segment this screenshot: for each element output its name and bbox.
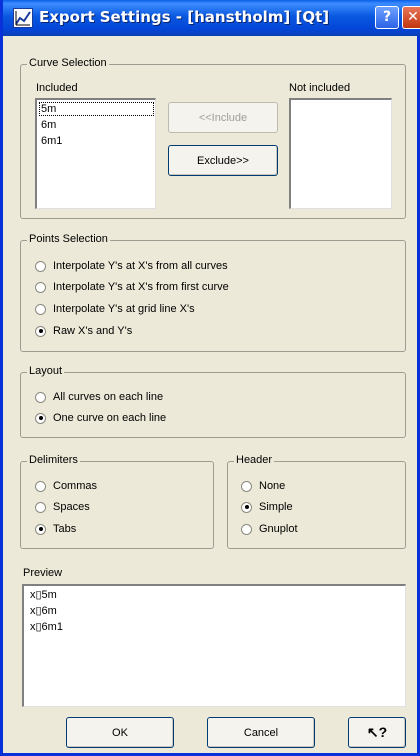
- not-included-label: Not included: [289, 82, 351, 94]
- radio-label: Tabs: [53, 523, 77, 535]
- whats-this-button[interactable]: ↖?: [348, 717, 406, 748]
- radio-label: Interpolate Y's at X's from all curves: [53, 260, 228, 272]
- radio-dot[interactable]: [35, 391, 46, 403]
- radio-label: None: [259, 480, 286, 492]
- list-item[interactable]: 6m: [41, 119, 56, 131]
- radio-label: Simple: [259, 501, 293, 513]
- list-item[interactable]: 6m1: [41, 135, 62, 147]
- radio-commas[interactable]: Commas: [35, 479, 97, 493]
- radio-label: Gnuplot: [259, 523, 298, 535]
- header-legend: Header: [234, 454, 275, 466]
- title-bar[interactable]: Export Settings - [hanstholm] [Qt] ? ✕: [3, 0, 420, 36]
- radio-dot[interactable]: [241, 523, 252, 535]
- radio-header-none[interactable]: None: [241, 479, 285, 493]
- exclude-button[interactable]: Exclude>>: [168, 145, 278, 176]
- radio-dot-selected[interactable]: [35, 412, 46, 424]
- radio-all-curves-each-line[interactable]: All curves on each line: [35, 390, 163, 404]
- radio-dot-selected[interactable]: [35, 523, 46, 535]
- layout-group: Layout: [20, 365, 406, 438]
- radio-label: All curves on each line: [53, 391, 164, 403]
- layout-legend: Layout: [27, 365, 65, 377]
- export-settings-dialog: Export Settings - [hanstholm] [Qt] ? ✕ C…: [0, 0, 420, 756]
- points-selection-legend: Points Selection: [27, 233, 110, 245]
- radio-label: Raw X's and Y's: [53, 325, 133, 337]
- ok-button[interactable]: OK: [66, 717, 174, 748]
- radio-dot-selected[interactable]: [241, 501, 252, 513]
- radio-label: Interpolate Y's at grid line X's: [53, 303, 195, 315]
- curve-selection-legend: Curve Selection: [27, 57, 109, 69]
- radio-label: Commas: [53, 480, 98, 492]
- radio-label: Interpolate Y's at X's from first curve: [53, 281, 229, 293]
- radio-dot[interactable]: [35, 260, 46, 272]
- radio-interpolate-grid-line[interactable]: Interpolate Y's at grid line X's: [35, 302, 195, 316]
- delimiters-legend: Delimiters: [27, 454, 80, 466]
- preview-label: Preview: [23, 567, 63, 579]
- window-title: Export Settings - [hanstholm] [Qt]: [39, 8, 330, 26]
- radio-tabs[interactable]: Tabs: [35, 522, 76, 536]
- radio-header-simple[interactable]: Simple: [241, 500, 293, 514]
- preview-line: x▯6m1: [30, 621, 63, 633]
- include-button[interactable]: <<Include: [168, 102, 278, 133]
- list-item[interactable]: 5m: [41, 103, 56, 115]
- radio-dot-selected[interactable]: [35, 325, 46, 337]
- radio-dot[interactable]: [35, 303, 46, 315]
- radio-interpolate-first-curve[interactable]: Interpolate Y's at X's from first curve: [35, 280, 229, 294]
- radio-dot[interactable]: [241, 480, 252, 492]
- radio-dot[interactable]: [35, 281, 46, 293]
- preview-line: x▯6m: [30, 605, 57, 617]
- help-button[interactable]: ?: [375, 6, 399, 29]
- cancel-button[interactable]: Cancel: [207, 717, 315, 748]
- close-button[interactable]: ✕: [402, 6, 420, 29]
- included-listbox[interactable]: 5m 6m 6m1: [35, 98, 156, 209]
- radio-spaces[interactable]: Spaces: [35, 500, 90, 514]
- not-included-listbox[interactable]: [289, 98, 392, 209]
- included-label: Included: [36, 82, 78, 94]
- radio-one-curve-each-line[interactable]: One curve on each line: [35, 411, 166, 425]
- radio-raw-xy[interactable]: Raw X's and Y's: [35, 324, 132, 338]
- radio-interpolate-all-curves[interactable]: Interpolate Y's at X's from all curves: [35, 259, 228, 273]
- radio-label: Spaces: [53, 501, 90, 513]
- radio-dot[interactable]: [35, 480, 46, 492]
- radio-label: One curve on each line: [53, 412, 167, 424]
- radio-header-gnuplot[interactable]: Gnuplot: [241, 522, 298, 536]
- app-icon: [13, 8, 33, 28]
- preview-textarea[interactable]: x▯5m x▯6m x▯6m1: [22, 584, 406, 707]
- preview-line: x▯5m: [30, 589, 57, 601]
- radio-dot[interactable]: [35, 501, 46, 513]
